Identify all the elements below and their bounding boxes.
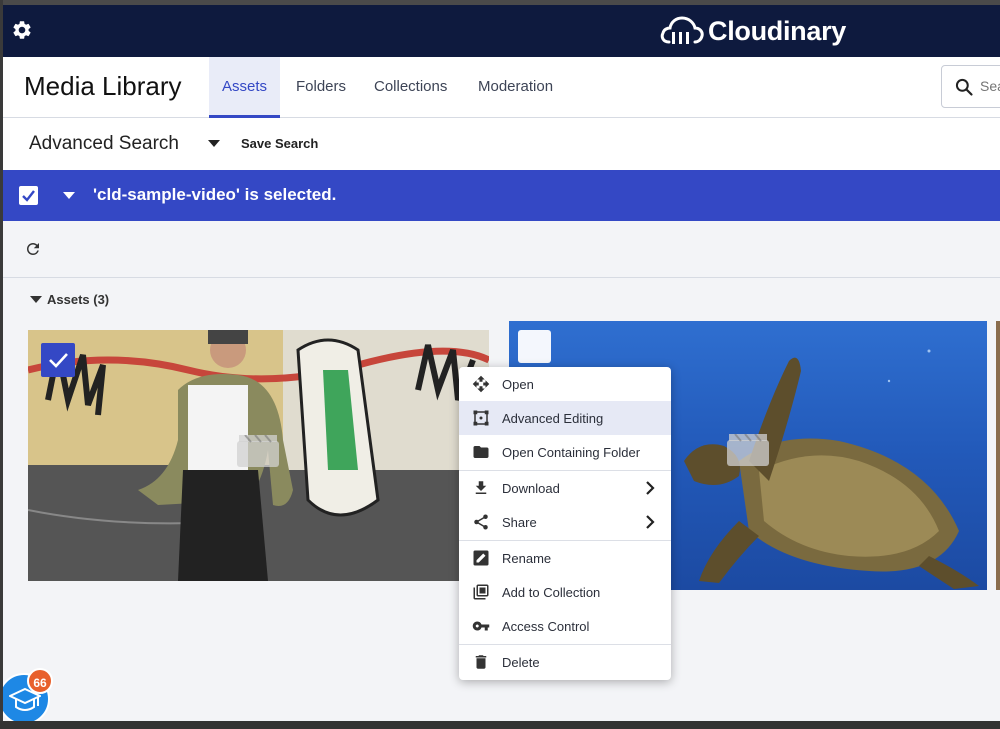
trash-icon bbox=[475, 655, 487, 669]
asset-card-cld-sample-video[interactable] bbox=[28, 330, 489, 581]
menu-item-download[interactable]: Download bbox=[459, 471, 671, 505]
brand-name: Cloudinary bbox=[708, 15, 847, 46]
chevron-right-icon bbox=[646, 515, 655, 529]
tab-collections[interactable]: Collections bbox=[361, 57, 460, 118]
caret-down-icon[interactable] bbox=[208, 140, 220, 147]
share-icon bbox=[474, 514, 488, 530]
menu-item-rename[interactable]: Rename bbox=[459, 541, 671, 575]
caret-down-icon bbox=[30, 296, 42, 303]
context-menu: Open Advanced Editing Open Containing Fo… bbox=[459, 367, 671, 680]
window-edge bbox=[0, 0, 3, 729]
menu-item-access-control[interactable]: Access Control bbox=[459, 609, 671, 643]
selection-bar: 'cld-sample-video' is selected. bbox=[0, 170, 1000, 221]
tab-assets[interactable]: Assets bbox=[209, 57, 281, 118]
assets-count-label: Assets (3) bbox=[47, 292, 110, 307]
select-all-checkbox[interactable] bbox=[19, 186, 38, 205]
menu-item-open[interactable]: Open bbox=[459, 367, 671, 401]
advanced-search-row: Advanced Search Save Search bbox=[0, 118, 1000, 170]
search-icon bbox=[955, 78, 973, 96]
advanced-search-toggle[interactable]: Advanced Search bbox=[29, 133, 179, 155]
rename-icon bbox=[473, 550, 489, 566]
menu-item-advanced-editing[interactable]: Advanced Editing bbox=[459, 401, 671, 435]
chevron-right-icon bbox=[646, 481, 655, 495]
top-bar: Cloudinary bbox=[0, 5, 1000, 57]
video-clapper-icon bbox=[727, 434, 769, 466]
tab-folders[interactable]: Folders bbox=[283, 57, 359, 118]
menu-item-share[interactable]: Share bbox=[459, 505, 671, 539]
selection-status: 'cld-sample-video' is selected. bbox=[93, 185, 337, 204]
notification-badge: 66 bbox=[27, 668, 53, 694]
menu-item-open-containing-folder[interactable]: Open Containing Folder bbox=[459, 435, 671, 469]
gear-icon[interactable] bbox=[11, 19, 33, 41]
menu-item-delete[interactable]: Delete bbox=[459, 645, 671, 679]
folder-icon bbox=[473, 446, 489, 458]
app-frame: Cloudinary Media Library Assets Folders … bbox=[0, 0, 1000, 729]
crop-icon bbox=[473, 410, 489, 426]
tab-moderation[interactable]: Moderation bbox=[465, 57, 566, 118]
media-library-header: Media Library Assets Folders Collections… bbox=[0, 57, 1000, 118]
window-edge bbox=[0, 721, 1000, 729]
asset-checkbox-checked[interactable] bbox=[41, 343, 75, 377]
cloud-logo-icon bbox=[660, 16, 704, 44]
move-icon bbox=[472, 375, 490, 393]
search-box[interactable] bbox=[941, 65, 1000, 108]
download-icon bbox=[475, 481, 487, 494]
asset-card-partial[interactable] bbox=[996, 321, 1000, 590]
refresh-icon[interactable] bbox=[24, 240, 42, 258]
brand-logo: Cloudinary bbox=[660, 14, 846, 48]
menu-item-add-to-collection[interactable]: Add to Collection bbox=[459, 575, 671, 609]
asset-toolbar bbox=[0, 221, 1000, 278]
window-edge bbox=[0, 0, 1000, 5]
key-icon bbox=[472, 621, 490, 631]
selection-dropdown-icon[interactable] bbox=[63, 192, 75, 199]
save-search-button[interactable]: Save Search bbox=[241, 136, 318, 151]
check-icon bbox=[22, 190, 35, 202]
search-input[interactable] bbox=[980, 78, 1000, 94]
page-title: Media Library bbox=[24, 71, 182, 101]
video-clapper-icon bbox=[237, 435, 279, 467]
asset-checkbox[interactable] bbox=[518, 330, 551, 363]
assets-section-toggle[interactable]: Assets (3) bbox=[30, 292, 109, 307]
check-icon bbox=[49, 353, 68, 368]
collection-icon bbox=[473, 584, 489, 600]
